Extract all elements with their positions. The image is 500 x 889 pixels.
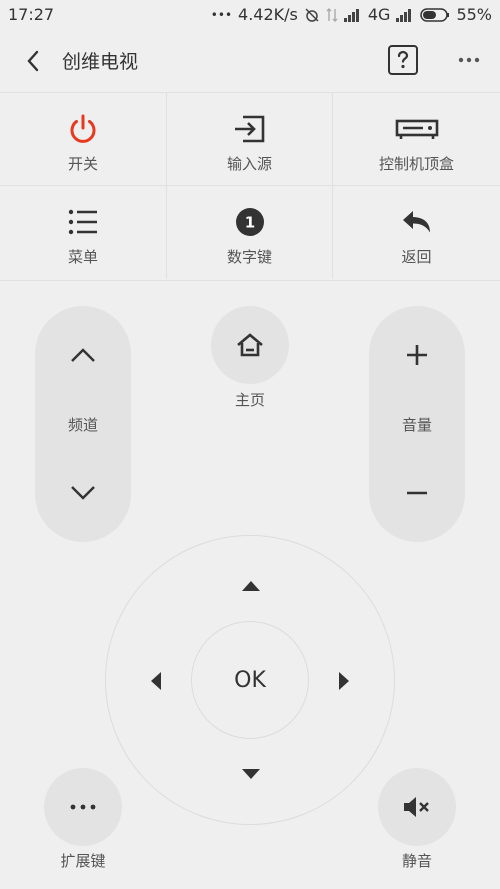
more-button[interactable] bbox=[452, 44, 486, 76]
menu-list-icon bbox=[65, 204, 101, 240]
signal-icon-2 bbox=[396, 8, 414, 22]
help-icon bbox=[388, 45, 418, 75]
status-indicators: ••• 4.42K/s 4G 55% bbox=[211, 5, 492, 24]
menu-button[interactable]: 菜单 bbox=[0, 186, 167, 279]
chevron-down-icon bbox=[71, 486, 95, 500]
dpad-right-button[interactable] bbox=[324, 661, 364, 701]
channel-label: 频道 bbox=[67, 416, 98, 434]
return-icon bbox=[399, 204, 435, 240]
input-source-button[interactable]: 输入源 bbox=[167, 93, 333, 186]
number-keys-icon: 1 bbox=[232, 204, 268, 240]
power-label: 开关 bbox=[67, 155, 98, 173]
home-button[interactable] bbox=[211, 306, 289, 384]
power-button[interactable]: 开关 bbox=[0, 93, 167, 186]
channel-control: 频道 bbox=[35, 306, 131, 542]
dpad-down-button[interactable] bbox=[231, 754, 271, 794]
chevron-up-icon bbox=[71, 348, 95, 362]
mute-button[interactable] bbox=[378, 768, 456, 846]
direction-pad: OK bbox=[105, 535, 395, 825]
volume-down-button[interactable] bbox=[369, 458, 465, 528]
help-button[interactable] bbox=[387, 44, 419, 76]
number-keys-button[interactable]: 1 数字键 bbox=[167, 186, 333, 279]
data-transfer-icon bbox=[326, 7, 338, 23]
number-icon-text: 1 bbox=[244, 214, 254, 232]
network-speed: 4.42K/s bbox=[238, 5, 298, 24]
page-title: 创维电视 bbox=[62, 51, 139, 73]
mute-icon bbox=[404, 797, 429, 817]
volume-control: 音量 bbox=[369, 306, 465, 542]
dpad-left-button[interactable] bbox=[136, 661, 176, 701]
set-top-box-label: 控制机顶盒 bbox=[378, 155, 454, 173]
triangle-left-icon bbox=[151, 672, 161, 690]
channel-up-button[interactable] bbox=[35, 320, 131, 390]
volume-label: 音量 bbox=[401, 416, 432, 434]
triangle-down-icon bbox=[242, 769, 260, 779]
dpad-up-button[interactable] bbox=[231, 566, 271, 606]
number-keys-label: 数字键 bbox=[226, 248, 272, 266]
set-top-box-button[interactable]: 控制机顶盒 bbox=[333, 93, 500, 186]
home-icon bbox=[237, 333, 263, 357]
network-type: 4G bbox=[367, 5, 391, 24]
battery-percent: 55% bbox=[456, 5, 492, 24]
triangle-up-icon bbox=[242, 581, 260, 591]
plus-icon bbox=[407, 345, 427, 365]
volume-up-button[interactable] bbox=[369, 320, 465, 390]
menu-label: 菜单 bbox=[67, 248, 98, 266]
signal-icon-1 bbox=[343, 8, 362, 22]
battery-icon bbox=[420, 7, 450, 22]
back-button[interactable] bbox=[18, 44, 48, 78]
notification-dots: ••• bbox=[210, 7, 233, 22]
minus-icon bbox=[407, 491, 427, 495]
status-bar: 17:27 ••• 4.42K/s 4G 55% bbox=[0, 0, 500, 30]
extend-keys-button[interactable] bbox=[44, 768, 122, 846]
home-label: 主页 bbox=[234, 391, 265, 409]
app-bar: 创维电视 bbox=[0, 30, 500, 92]
more-dots-icon bbox=[70, 804, 96, 810]
function-grid: 开关 输入源 控制机顶盒 菜单 1 数字键 返回 bbox=[0, 92, 500, 281]
channel-down-button[interactable] bbox=[35, 458, 131, 528]
input-source-label: 输入源 bbox=[226, 155, 272, 173]
input-source-icon bbox=[232, 111, 268, 147]
power-icon bbox=[65, 111, 101, 147]
set-top-box-icon bbox=[395, 111, 439, 147]
more-dots-icon bbox=[458, 57, 480, 63]
return-label: 返回 bbox=[401, 248, 432, 266]
extend-keys-label: 扩展键 bbox=[60, 852, 106, 870]
chevron-left-icon bbox=[27, 50, 39, 72]
return-button[interactable]: 返回 bbox=[333, 186, 500, 279]
status-time: 17:27 bbox=[8, 5, 55, 24]
alarm-off-icon bbox=[304, 7, 320, 23]
triangle-right-icon bbox=[339, 672, 349, 690]
ok-button[interactable]: OK bbox=[191, 621, 309, 739]
mute-label: 静音 bbox=[401, 852, 432, 870]
